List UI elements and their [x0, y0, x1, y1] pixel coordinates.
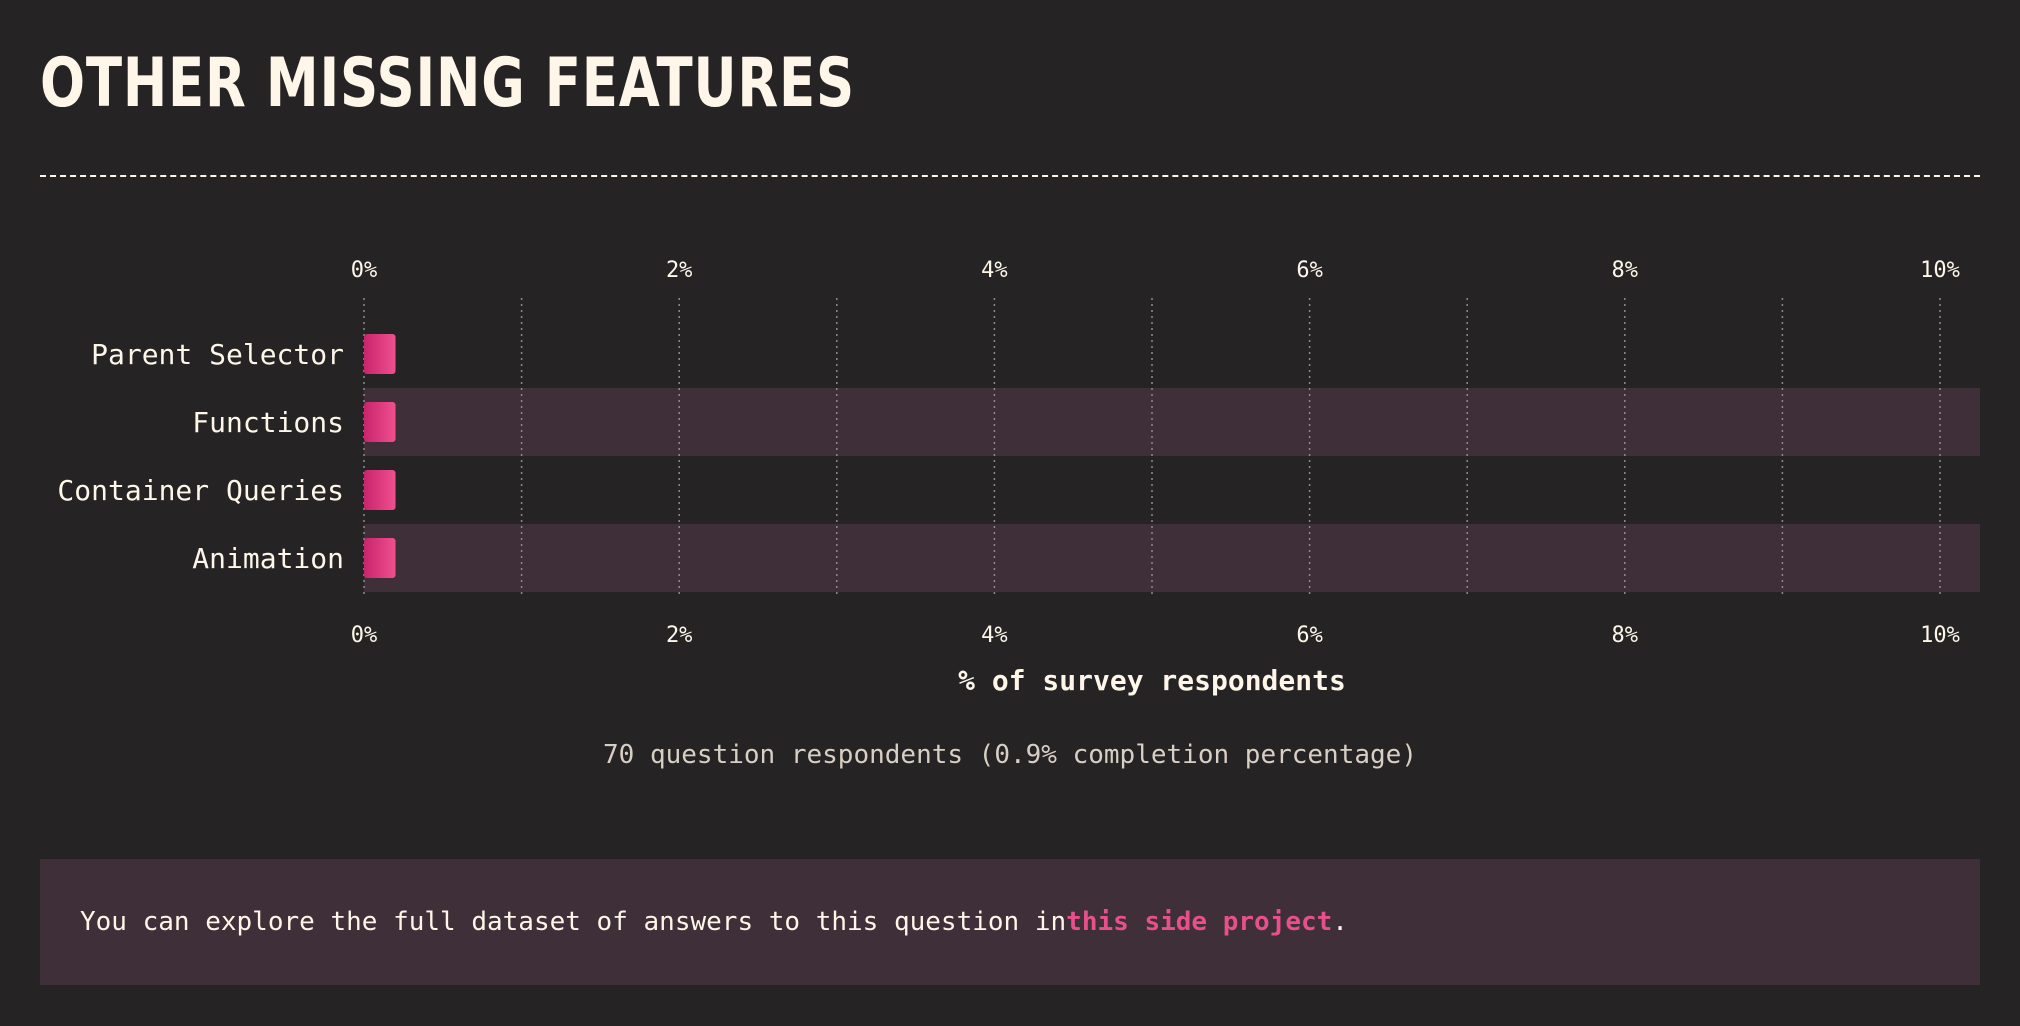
category-label: Functions [192, 406, 344, 439]
x-tick-label-bottom: 10% [1920, 623, 1960, 648]
row-band [364, 524, 1980, 592]
category-label: Parent Selector [91, 338, 344, 371]
bar [364, 402, 396, 442]
category-label: Animation [192, 542, 344, 575]
x-tick-label-top: 8% [1612, 258, 1639, 283]
x-tick-label-bottom: 2% [666, 623, 693, 648]
x-tick-label-bottom: 6% [1296, 623, 1323, 648]
bar [364, 470, 396, 510]
page-title: OTHER MISSING FEATURES [40, 44, 855, 123]
title-divider [40, 175, 1980, 177]
category-labels: Parent Selector Functions Container Querie… [57, 338, 344, 575]
row-bands [364, 388, 1980, 592]
callout-suffix: . [1332, 907, 1348, 937]
top-axis-ticks: 0% 2% 4% 6% 8% 10% [351, 258, 1960, 283]
bar [364, 538, 396, 578]
category-label: Container Queries [57, 474, 344, 507]
x-tick-label-top: 6% [1296, 258, 1323, 283]
callout-text: You can explore the full dataset of answ… [80, 907, 1067, 937]
row-band [364, 388, 1980, 456]
bar [364, 334, 396, 374]
bar-chart: 0% 2% 4% 6% 8% 10% 0% 2% 4% 6% 8% 10% Parent Selec… [57, 258, 1980, 697]
x-axis-title: % of survey respondents [958, 664, 1346, 697]
x-tick-label-bottom: 0% [351, 623, 378, 648]
bottom-axis-ticks: 0% 2% 4% 6% 8% 10% [351, 623, 1960, 648]
dataset-callout: You can explore the full dataset of answ… [40, 859, 1980, 985]
x-tick-label-top: 0% [351, 258, 378, 283]
x-tick-label-bottom: 4% [981, 623, 1008, 648]
x-tick-label-top: 4% [981, 258, 1008, 283]
x-tick-label-top: 10% [1920, 258, 1960, 283]
x-tick-label-top: 2% [666, 258, 693, 283]
x-tick-label-bottom: 8% [1612, 623, 1639, 648]
respondents-note: 70 question respondents (0.9% completion… [603, 740, 1417, 770]
side-project-link[interactable]: this side project [1066, 907, 1332, 937]
